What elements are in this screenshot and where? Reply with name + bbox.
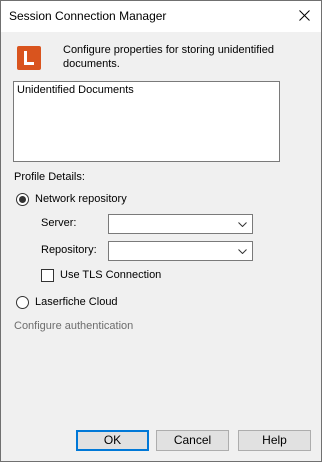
laserfiche-cloud-radio[interactable] bbox=[16, 296, 29, 309]
laserfiche-cloud-label[interactable]: Laserfiche Cloud bbox=[35, 296, 118, 308]
profile-details-label: Profile Details: bbox=[14, 171, 85, 183]
repository-combobox[interactable] bbox=[108, 241, 253, 261]
tls-label[interactable]: Use TLS Connection bbox=[60, 269, 161, 281]
network-repository-radio[interactable] bbox=[16, 193, 29, 206]
close-button[interactable] bbox=[289, 1, 321, 32]
window-title: Session Connection Manager bbox=[9, 9, 167, 23]
server-combobox[interactable] bbox=[108, 214, 253, 234]
dialog-window: Session Connection Manager Configure pro… bbox=[0, 0, 322, 462]
configure-authentication-text: Configure authentication bbox=[14, 320, 134, 332]
network-repository-label[interactable]: Network repository bbox=[35, 193, 127, 205]
ok-button[interactable]: OK bbox=[76, 430, 149, 451]
description-text: Configure properties for storing unident… bbox=[63, 44, 274, 70]
laserfiche-logo-icon bbox=[17, 46, 41, 70]
title-bar: Session Connection Manager bbox=[1, 1, 321, 32]
help-button[interactable]: Help bbox=[238, 430, 311, 451]
server-label: Server: bbox=[41, 217, 77, 229]
radio-selected-dot bbox=[19, 196, 26, 203]
documents-listbox[interactable]: Unidentified Documents bbox=[13, 81, 280, 162]
close-icon bbox=[299, 10, 310, 21]
chevron-down-icon bbox=[238, 222, 247, 227]
tls-checkbox[interactable] bbox=[41, 269, 54, 282]
repository-label: Repository: bbox=[41, 244, 97, 256]
cancel-button[interactable]: Cancel bbox=[156, 430, 229, 451]
list-item[interactable]: Unidentified Documents bbox=[17, 84, 134, 96]
chevron-down-icon bbox=[238, 249, 247, 254]
